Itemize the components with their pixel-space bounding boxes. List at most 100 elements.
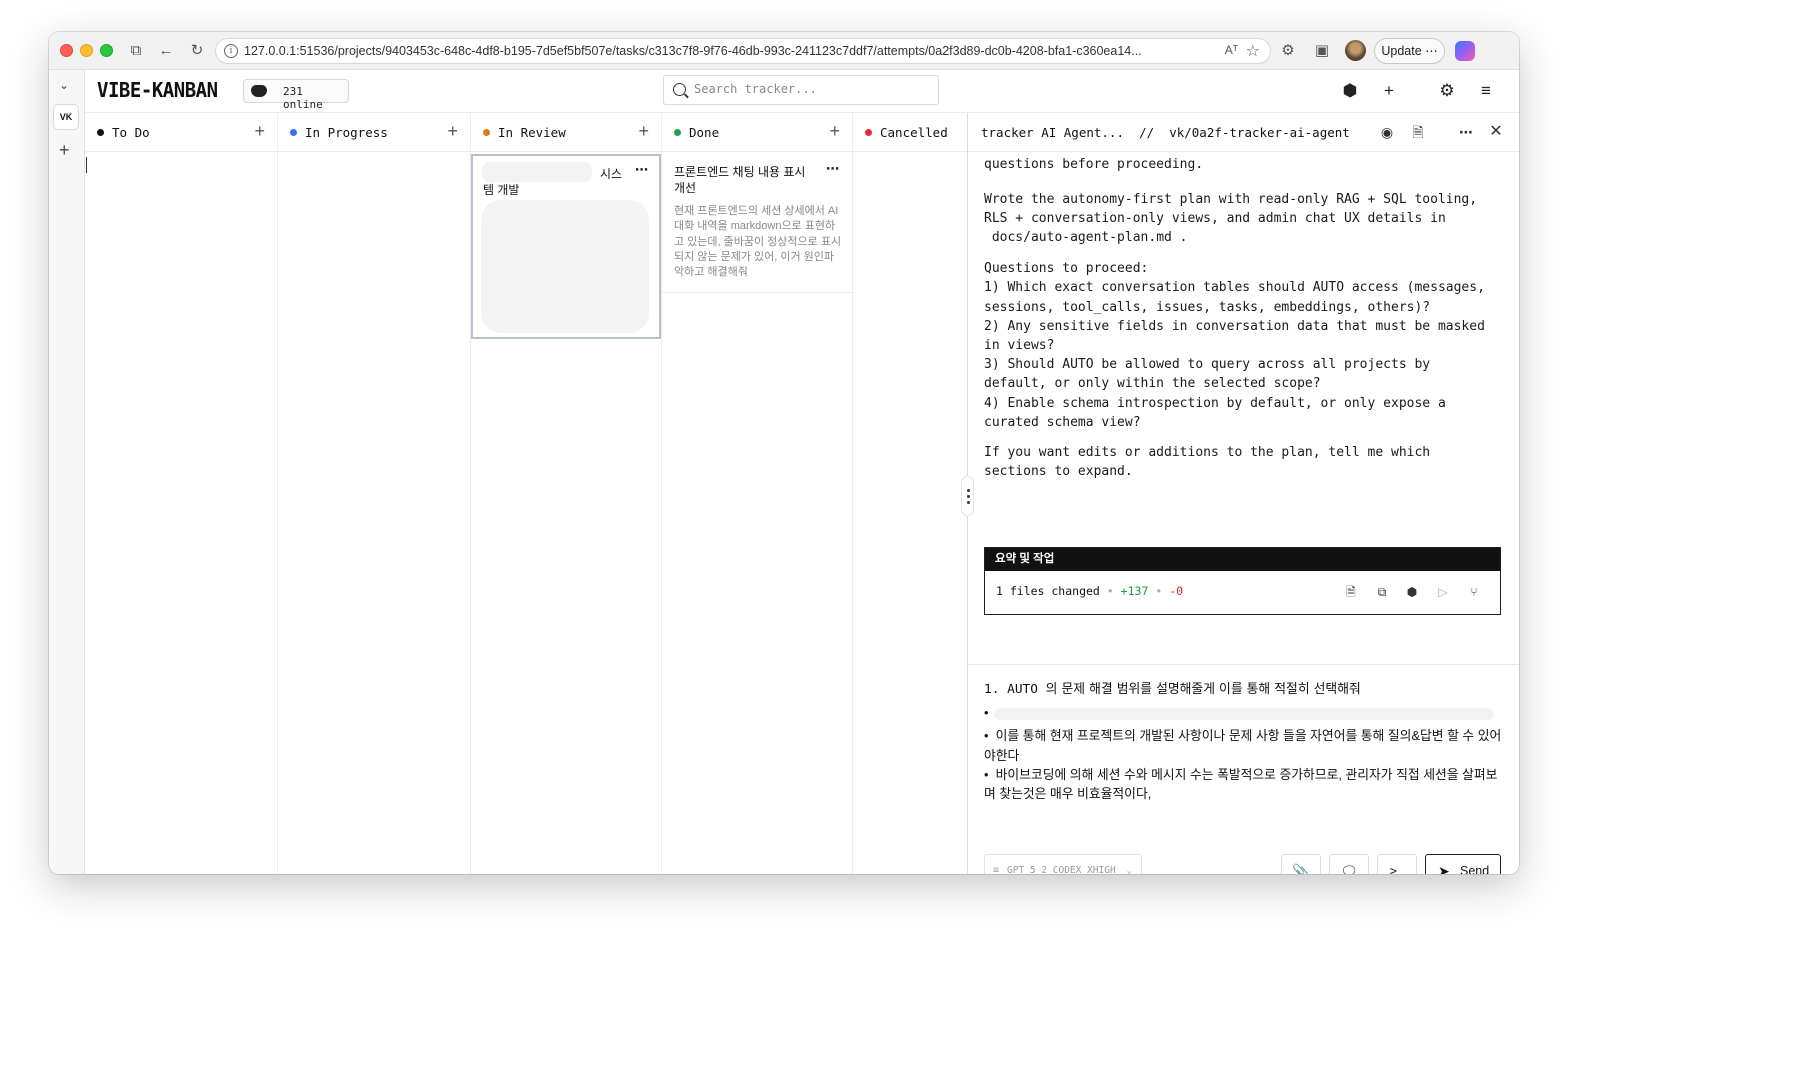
message-text: questions before proceeding. bbox=[984, 157, 1204, 172]
discord-badge[interactable]: 231 online bbox=[243, 79, 349, 111]
message-text: RLS + conversation-only views, and admin… bbox=[984, 210, 1446, 226]
message-text: 2) Any sensitive fields in conversation … bbox=[984, 318, 1485, 334]
tabs-icon[interactable]: ⧉ bbox=[125, 40, 147, 62]
more-options-icon[interactable]: ⋯ bbox=[635, 162, 649, 178]
git-branch-icon[interactable]: ⑂ bbox=[1466, 584, 1482, 600]
model-selector[interactable]: ≡ GPT_5_2_CODEX_XHIGH ⌄ bbox=[984, 854, 1142, 874]
add-task-button[interactable]: + bbox=[254, 121, 265, 142]
chevron-down-icon[interactable]: ⌄ bbox=[59, 78, 69, 92]
column-header: Done + bbox=[662, 113, 852, 152]
menu-icon[interactable]: ≡ bbox=[1475, 80, 1497, 102]
panel-header: tracker AI Agent... // vk/0a2f-tracker-a… bbox=[968, 113, 1519, 152]
settings-sliders-icon: ≡ bbox=[993, 865, 1000, 874]
message-text: Questions to proceed: bbox=[984, 261, 1149, 277]
breadcrumb-separator: // bbox=[1139, 125, 1155, 140]
column-cancelled: Cancelled bbox=[853, 113, 967, 874]
attach-button[interactable]: 📎 bbox=[1281, 854, 1321, 874]
resize-handle[interactable] bbox=[961, 476, 974, 516]
branch-name: vk/0a2f-tracker-ai-agent bbox=[1169, 125, 1350, 140]
app-header: VIBE-KANBAN 231 online ⬢ + ⚙ ≡ bbox=[85, 70, 1519, 113]
copilot-icon[interactable] bbox=[1455, 41, 1475, 61]
read-aloud-icon[interactable]: Aᵀ bbox=[1225, 43, 1238, 57]
message-composer[interactable]: 1. AUTO 의 문제 해결 범위를 설명해줄게 이를 통해 적절히 선택해줘… bbox=[984, 680, 1504, 803]
reload-icon[interactable]: ↻ bbox=[186, 40, 208, 62]
message-text: 4) Enable schema introspection by defaul… bbox=[984, 395, 1446, 411]
close-icon[interactable]: ✕ bbox=[1486, 122, 1506, 142]
deletions-count: -0 bbox=[1169, 584, 1184, 598]
app-logo[interactable]: VIBE-KANBAN bbox=[97, 78, 218, 102]
extensions-icon[interactable]: ⚙ bbox=[1277, 40, 1299, 62]
message-text: 1) Which exact conversation tables shoul… bbox=[984, 280, 1485, 296]
site-info-icon[interactable]: i bbox=[224, 44, 238, 58]
add-task-button[interactable]: + bbox=[447, 121, 458, 142]
task-card[interactable]: 시스 ⋯ 템 개발 bbox=[471, 154, 661, 339]
terminal-button[interactable]: >_ bbox=[1377, 854, 1417, 874]
chevron-down-icon: ⌄ bbox=[1126, 866, 1132, 874]
status-dot bbox=[674, 129, 681, 136]
profile-avatar[interactable] bbox=[1345, 40, 1366, 61]
column-title: In Review bbox=[498, 125, 566, 140]
close-window-button[interactable] bbox=[60, 44, 73, 57]
browser-toolbar: ⧉ ← ↻ i 127.0.0.1:51536/projects/9403453… bbox=[49, 32, 1519, 70]
maximize-window-button[interactable] bbox=[100, 44, 113, 57]
browser-window: ⧉ ← ↻ i 127.0.0.1:51536/projects/9403453… bbox=[49, 32, 1519, 874]
send-button[interactable]: ➤ Send bbox=[1425, 854, 1501, 874]
send-label: Send bbox=[1460, 864, 1490, 874]
task-title: 시스 bbox=[600, 167, 623, 181]
column-done: Done + 프론트엔드 채팅 내용 표시 개선 ⋯ 현재 프론트엔드의 세션 … bbox=[662, 113, 853, 874]
message-text: docs/auto-agent-plan.md . bbox=[991, 230, 1188, 245]
status-dot bbox=[97, 129, 104, 136]
task-card[interactable]: 프론트엔드 채팅 내용 표시 개선 ⋯ 현재 프론트엔드의 세션 상세에서 AI… bbox=[662, 153, 852, 293]
task-detail-panel: tracker AI Agent... // vk/0a2f-tracker-a… bbox=[961, 113, 1519, 874]
add-task-button[interactable]: + bbox=[829, 121, 840, 142]
composer-bullet: • bbox=[984, 703, 1504, 722]
play-icon[interactable]: ▷ bbox=[1435, 584, 1451, 600]
copy-icon[interactable]: ⧉ bbox=[1374, 584, 1390, 600]
column-title: To Do bbox=[112, 125, 150, 140]
summary-title: 요약 및 작업 bbox=[985, 548, 1500, 571]
diff-file-icon[interactable]: 🗎 bbox=[1343, 584, 1359, 600]
column-todo: To Do + bbox=[85, 113, 278, 874]
back-arrow-icon[interactable]: ← bbox=[155, 40, 177, 62]
column-in-review: In Review + 시스 ⋯ 템 개발 bbox=[471, 113, 662, 874]
message-text: sessions, tool_calls, issues, tasks, emb… bbox=[984, 299, 1431, 315]
favorite-star-icon[interactable]: ☆ bbox=[1246, 41, 1260, 61]
files-changed: 1 files changed bbox=[996, 584, 1100, 598]
message-text: in views? bbox=[984, 338, 1055, 354]
composer-bullet: • 바이브코딩에 의해 세션 수와 메시지 수는 폭발적으로 증가하므로, 관리… bbox=[984, 766, 1498, 802]
conversation-log: questions before proceeding. Wrote the a… bbox=[984, 152, 1504, 481]
update-button[interactable]: Update ⋯ bbox=[1374, 38, 1445, 64]
model-name: GPT_5_2_CODEX_XHIGH bbox=[1007, 865, 1116, 874]
add-task-button[interactable]: + bbox=[638, 121, 649, 142]
address-bar[interactable]: i 127.0.0.1:51536/projects/9403453c-648c… bbox=[215, 38, 1271, 64]
eye-icon[interactable]: ◉ bbox=[1377, 122, 1397, 142]
loading-placeholder bbox=[482, 162, 592, 182]
task-title: 프론트엔드 채팅 내용 표시 개선 bbox=[674, 165, 806, 195]
open-in-ide-icon[interactable]: ⬢ bbox=[1339, 80, 1361, 102]
online-count: 231 online bbox=[283, 85, 323, 111]
workspace-badge[interactable]: VK bbox=[53, 104, 79, 130]
status-dot bbox=[290, 129, 297, 136]
column-title: Cancelled bbox=[880, 125, 948, 140]
search-input[interactable] bbox=[694, 82, 924, 96]
more-options-icon[interactable]: ⋯ bbox=[1456, 122, 1476, 142]
settings-gear-icon[interactable]: ⚙ bbox=[1436, 80, 1458, 102]
minimize-window-button[interactable] bbox=[80, 44, 93, 57]
text-cursor bbox=[86, 157, 87, 173]
more-options-icon[interactable]: ⋯ bbox=[826, 161, 840, 177]
url-text: 127.0.0.1:51536/projects/9403453c-648c-4… bbox=[244, 44, 1142, 58]
message-text: sections to expand. bbox=[984, 464, 1133, 480]
split-screen-icon[interactable]: ▣ bbox=[1311, 40, 1333, 62]
summary-box: 요약 및 작업 1 files changed • +137 • -0 🗎 ⧉ … bbox=[984, 547, 1501, 615]
diff-stats[interactable]: 1 files changed • +137 • -0 bbox=[996, 584, 1183, 598]
task-description: 현재 프론트엔드의 세션 상세에서 AI 대화 내역을 markdown으로 표… bbox=[674, 205, 842, 279]
create-task-icon[interactable]: + bbox=[1378, 80, 1400, 102]
open-in-ide-icon[interactable]: ⬢ bbox=[1404, 584, 1420, 600]
column-header: In Progress + bbox=[278, 113, 470, 152]
status-dot bbox=[483, 129, 490, 136]
comment-button[interactable]: 🗨 bbox=[1329, 854, 1369, 874]
document-icon[interactable]: 🗎 bbox=[1408, 122, 1428, 142]
column-title: Done bbox=[689, 125, 720, 140]
search-box[interactable] bbox=[663, 75, 939, 105]
add-workspace-icon[interactable]: + bbox=[59, 140, 70, 161]
